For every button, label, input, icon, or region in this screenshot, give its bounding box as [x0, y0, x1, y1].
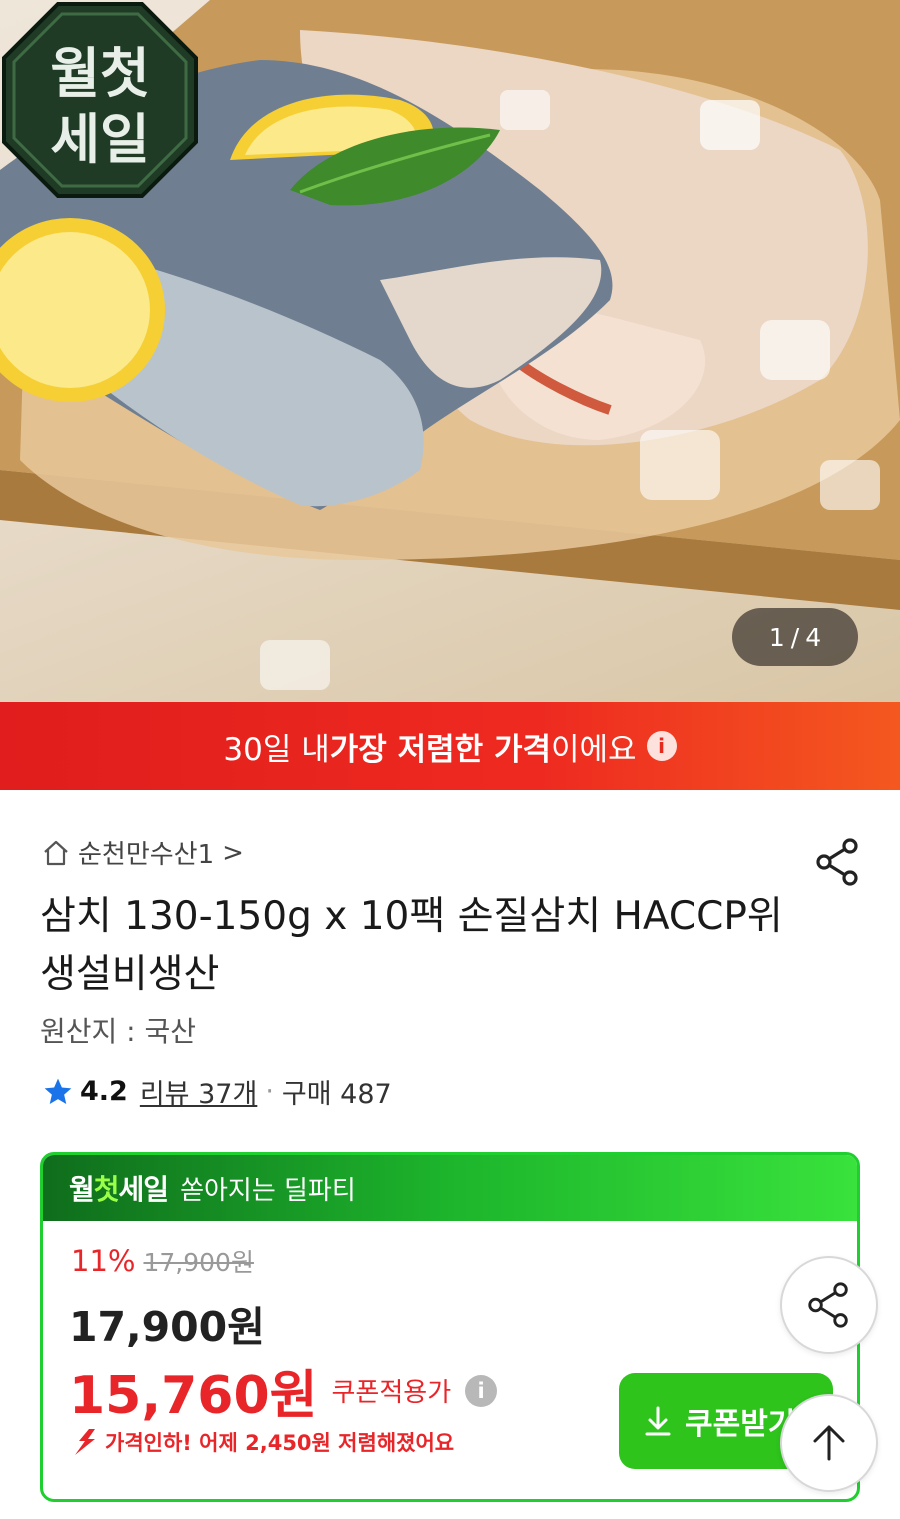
rating-score: 4.2 [80, 1076, 128, 1107]
seller-name: 순천만수산1 [78, 840, 215, 870]
sale-tagline: 쏟아지는 딜파티 [180, 1175, 356, 1206]
coupon-button-label: 쿠폰받기 [685, 1407, 796, 1442]
discount-line: 11% 17,900원 [71, 1243, 254, 1279]
scroll-to-top-button[interactable] [780, 1394, 878, 1492]
separator: · [265, 1076, 274, 1107]
product-image-carousel[interactable]: 월첫 세일 1 / 4 [0, 0, 900, 702]
monthly-sale-badge: 월첫 세일 [2, 2, 198, 198]
rating-row: 4.2 리뷰 37개 · 구매 487 [42, 1072, 392, 1111]
page-current: 1 [768, 622, 785, 652]
product-origin: 원산지 : 국산 [40, 1015, 197, 1048]
sale-logo: 월첫세일 [69, 1173, 169, 1206]
banner-highlight: 가장 저렴한 가격 [329, 731, 551, 768]
info-icon[interactable]: i [465, 1374, 498, 1407]
lowest-price-banner[interactable]: 30일 내 가장 저렴한 가격 이에요 i [0, 702, 900, 790]
product-title: 삼치 130-150g x 10팩 손질삼치 HACCP위생설비생산 [40, 894, 783, 997]
page-separator: / [790, 622, 800, 652]
floating-share-button[interactable] [780, 1256, 878, 1354]
arrow-up-icon [813, 1425, 845, 1461]
page-total: 4 [805, 622, 822, 652]
price-drop-notice: 가격인하! 어제 2,450원 저렴해졌어요 [69, 1427, 454, 1457]
sale-header: 월첫세일 쏟아지는 딜파티 [43, 1155, 857, 1221]
price-drop-arrow-icon [75, 1429, 95, 1455]
badge-line2: 세일 [50, 108, 149, 171]
share-icon [808, 1282, 848, 1328]
badge-line1: 월첫 [50, 42, 149, 105]
discount-percent: 11% [71, 1244, 136, 1278]
banner-suffix: 이에요 [551, 731, 637, 768]
base-price: 17,900원 [69, 1303, 265, 1351]
seller-link[interactable]: 순천만수산1 > [42, 834, 244, 871]
home-icon [44, 840, 68, 865]
sale-price-box: 월첫세일 쏟아지는 딜파티 11% 17,900원 17,900원 15,760… [40, 1152, 860, 1502]
original-price: 17,900원 [143, 1248, 254, 1277]
share-icon[interactable] [812, 836, 864, 888]
info-icon[interactable]: i [646, 731, 677, 761]
chevron-right-icon: > [222, 837, 244, 868]
banner-prefix: 30일 내 [223, 731, 330, 768]
price-drop-text: 가격인하! 어제 2,450원 저렴해졌어요 [105, 1431, 455, 1455]
coupon-price-label: 쿠폰적용가 [331, 1378, 452, 1408]
coupon-price: 15,760원 [69, 1366, 318, 1426]
coupon-price-row: 15,760원 쿠폰적용가 i [69, 1353, 498, 1428]
image-page-indicator: 1 / 4 [732, 608, 858, 666]
reviews-link[interactable]: 리뷰 37개 [140, 1072, 257, 1111]
download-icon [645, 1406, 671, 1436]
purchase-count: 구매 487 [281, 1079, 392, 1110]
star-icon [44, 1078, 72, 1104]
